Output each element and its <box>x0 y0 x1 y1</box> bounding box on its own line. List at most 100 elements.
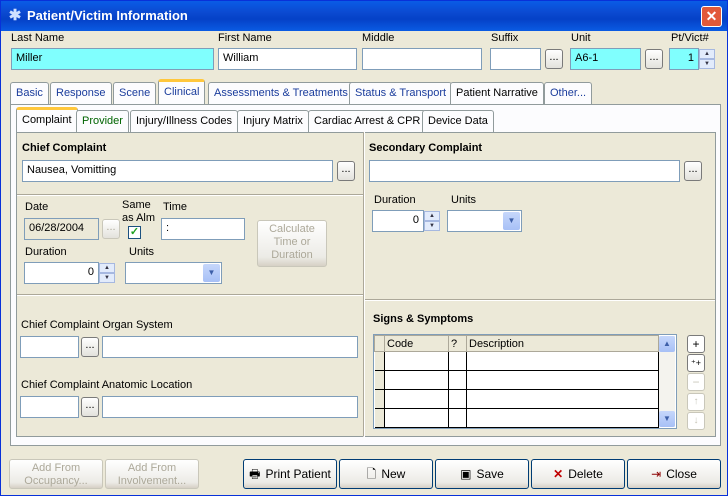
vertical-divider <box>363 132 365 437</box>
unit-lookup-button[interactable]: ... <box>645 49 663 69</box>
grid-header-description[interactable]: Description <box>466 335 659 352</box>
secondary-units-select[interactable]: ▼ <box>447 210 522 232</box>
last-name-label: Last Name <box>11 32 65 44</box>
chief-complaint-field[interactable]: Nausea, Vomitting <box>22 160 333 182</box>
chief-units-label: Units <box>129 246 155 258</box>
ptvict-field[interactable]: 1 <box>669 48 699 70</box>
middle-field[interactable] <box>362 48 482 70</box>
chief-units-select[interactable]: ▼ <box>125 262 222 284</box>
tab-status-transport[interactable]: Status & Transport <box>349 82 453 104</box>
secondary-complaint-title: Secondary Complaint <box>369 142 483 154</box>
calculate-duration-button[interactable]: Calculate Time or Duration <box>257 220 327 267</box>
new-label: New <box>381 467 406 481</box>
first-name-label: First Name <box>218 32 272 44</box>
chief-complaint-title: Chief Complaint <box>22 142 107 154</box>
secondary-duration-field[interactable]: 0 <box>372 210 424 232</box>
add-symptom-button[interactable]: + <box>687 335 705 353</box>
add-from-occupancy-button[interactable]: Add From Occupancy... <box>9 459 103 489</box>
save-button[interactable]: ▣ Save <box>435 459 529 489</box>
chief-duration-label: Duration <box>25 246 67 258</box>
chief-duration-spinner[interactable]: ▲ ▼ <box>99 263 115 283</box>
organ-system-description-field[interactable] <box>102 336 358 358</box>
chevron-down-icon: ▼ <box>503 212 520 230</box>
tab-patient-narrative[interactable]: Patient Narrative <box>450 82 544 104</box>
star-of-life-icon: ✱ <box>8 7 22 24</box>
chevron-down-icon: ▼ <box>203 264 220 282</box>
save-label: Save <box>476 467 504 481</box>
calc-line-2: Time or <box>273 236 311 248</box>
time-label: Time <box>163 201 188 213</box>
printer-icon: 🖶 <box>249 467 261 481</box>
secondary-duration-spinner[interactable]: ▲ ▼ <box>424 211 440 231</box>
floppy-disk-icon: ▣ <box>460 467 472 481</box>
table-row[interactable] <box>374 408 659 428</box>
anatomic-location-description-field[interactable] <box>102 396 358 418</box>
calc-line-3: Duration <box>271 249 313 261</box>
ptvict-label: Pt/Vict# <box>671 32 709 44</box>
signs-symptoms-grid[interactable]: Code ? Description ▲ ▼ <box>373 334 677 429</box>
subtab-injury-codes[interactable]: Injury/Illness Codes <box>130 110 238 132</box>
move-down-button[interactable]: ↓ <box>687 412 705 430</box>
exit-door-icon: ⇥ <box>651 467 662 481</box>
subtab-provider[interactable]: Provider <box>76 110 129 132</box>
insert-symptom-button[interactable]: ⁺+ <box>687 354 705 372</box>
suffix-lookup-button[interactable]: ... <box>545 49 563 69</box>
scroll-up-icon[interactable]: ▲ <box>659 336 675 352</box>
print-label: Print Patient <box>265 467 331 481</box>
subtab-cardiac-arrest[interactable]: Cardiac Arrest & CPR <box>308 110 427 132</box>
grid-header-flag[interactable]: ? <box>448 335 467 352</box>
organ-system-label: Chief Complaint Organ System <box>21 319 173 331</box>
close-button[interactable]: ⇥ Close <box>627 459 721 489</box>
secondary-complaint-lookup-button[interactable]: ... <box>684 161 702 181</box>
subtab-injury-matrix[interactable]: Injury Matrix <box>237 110 309 132</box>
remove-symptom-button[interactable]: − <box>687 373 705 391</box>
table-row[interactable] <box>374 389 659 409</box>
ptvict-spinner[interactable]: ▲ ▼ <box>699 49 715 69</box>
unit-field[interactable]: A6-1 <box>570 48 641 70</box>
date-field[interactable]: 06/28/2004 <box>24 218 99 240</box>
chief-divider-1 <box>17 194 363 196</box>
chief-complaint-lookup-button[interactable]: ... <box>337 161 355 181</box>
subtab-complaint[interactable]: Complaint <box>16 107 78 132</box>
unit-label: Unit <box>571 32 591 44</box>
grid-header-code[interactable]: Code <box>384 335 449 352</box>
add-occupancy-line-2: Occupancy... <box>24 475 88 487</box>
organ-system-lookup-button[interactable]: ... <box>81 337 99 357</box>
patient-window: ✱ Patient/Victim Information ✕ Last Name… <box>0 0 728 496</box>
last-name-field[interactable]: Miller <box>11 48 214 70</box>
anatomic-location-lookup-button[interactable]: ... <box>81 397 99 417</box>
date-lookup-button[interactable]: ... <box>102 219 120 239</box>
tab-other[interactable]: Other... <box>544 82 593 104</box>
print-patient-button[interactable]: 🖶 Print Patient <box>243 459 337 489</box>
secondary-units-label: Units <box>451 194 477 206</box>
table-row[interactable] <box>374 351 659 371</box>
scroll-down-icon[interactable]: ▼ <box>659 411 675 427</box>
suffix-label: Suffix <box>491 32 519 44</box>
secondary-complaint-field[interactable] <box>369 160 680 182</box>
tab-scene[interactable]: Scene <box>113 82 157 104</box>
new-button[interactable]: 🗋 New <box>339 459 433 489</box>
grid-scrollbar[interactable]: ▲ ▼ <box>659 336 675 427</box>
grid-header-indicator <box>374 335 385 352</box>
anatomic-location-code-field[interactable] <box>20 396 79 418</box>
chief-duration-field[interactable]: 0 <box>24 262 99 284</box>
delete-button[interactable]: ✕ Delete <box>531 459 625 489</box>
suffix-field[interactable] <box>490 48 541 70</box>
add-from-involvement-button[interactable]: Add From Involvement... <box>105 459 199 489</box>
table-row[interactable] <box>374 370 659 390</box>
tab-response[interactable]: Response <box>50 82 112 104</box>
subtab-device-data[interactable]: Device Data <box>422 110 494 132</box>
organ-system-code-field[interactable] <box>20 336 79 358</box>
middle-label: Middle <box>362 32 395 44</box>
close-window-button[interactable]: ✕ <box>701 6 722 27</box>
time-field[interactable]: : <box>161 218 245 240</box>
same-as-alm-label-1: Same <box>122 199 151 211</box>
first-name-field[interactable]: William <box>218 48 357 70</box>
tab-clinical[interactable]: Clinical <box>158 79 206 104</box>
same-as-alm-checkbox[interactable]: ✓ <box>128 226 141 239</box>
tab-assessments[interactable]: Assessments & Treatments <box>208 82 354 104</box>
calc-line-1: Calculate <box>269 223 315 235</box>
date-label: Date <box>25 201 49 213</box>
tab-basic[interactable]: Basic <box>10 82 49 104</box>
move-up-button[interactable]: ↑ <box>687 393 705 411</box>
